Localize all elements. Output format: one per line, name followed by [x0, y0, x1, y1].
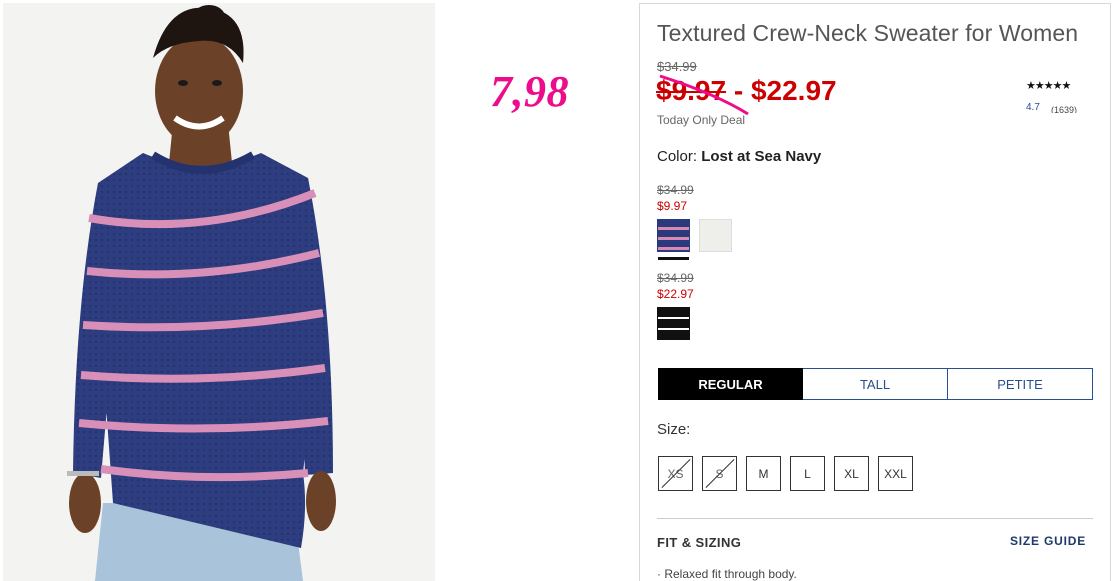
size-m-button[interactable]: M: [746, 456, 781, 491]
size-xs-button[interactable]: XS: [658, 456, 693, 491]
divider: [657, 518, 1093, 519]
fit-sizing-title[interactable]: FIT & SIZING: [657, 535, 741, 550]
product-image[interactable]: [3, 3, 435, 581]
fit-bullet: · Relaxed fit through body.: [657, 567, 797, 581]
rating-count: (1639): [1051, 105, 1078, 113]
swatch-cream[interactable]: [699, 219, 732, 252]
swatch-group: $34.99 $22.97: [657, 271, 694, 340]
size-l-button[interactable]: L: [790, 456, 825, 491]
color-name: Lost at Sea Navy: [701, 148, 822, 165]
size-guide-link[interactable]: SIZE GUIDE: [1010, 534, 1086, 548]
size-selector: XS S M L XL XXL: [658, 456, 913, 491]
tab-petite[interactable]: PETITE: [948, 368, 1093, 400]
price-separator: -: [726, 75, 751, 106]
swatch-navy-stripe[interactable]: [657, 219, 690, 260]
annotation-note: 7,98: [490, 67, 569, 116]
swatch-original-price: $34.99: [657, 271, 694, 285]
fit-tabs: REGULAR TALL PETITE: [658, 368, 1093, 400]
size-xxl-button[interactable]: XXL: [878, 456, 913, 491]
swatch-group: $34.99 $9.97: [657, 183, 732, 260]
tab-regular[interactable]: REGULAR: [658, 368, 803, 400]
size-xl-button[interactable]: XL: [834, 456, 869, 491]
swatch-black-stripe[interactable]: [657, 307, 690, 340]
rating-value: 4.7: [1026, 102, 1040, 113]
tab-tall[interactable]: TALL: [803, 368, 948, 400]
rating-stars-icon: ★★★★★: [1026, 80, 1071, 92]
product-info-panel: Textured Crew-Neck Sweater for Women $34…: [639, 3, 1111, 581]
product-title: Textured Crew-Neck Sweater for Women: [657, 20, 1079, 46]
swatch-original-price: $34.99: [657, 183, 694, 197]
size-label: Size:: [657, 421, 691, 438]
color-label: Color:: [657, 148, 698, 165]
color-line: Color: Lost at Sea Navy: [657, 148, 821, 165]
price-range: $9.97 - $22.97: [656, 75, 837, 107]
deal-label: Today Only Deal: [657, 113, 746, 127]
price-high: $22.97: [750, 75, 837, 106]
rating[interactable]: ★★★★★ 4.7 (1639): [1026, 79, 1106, 113]
size-s-button[interactable]: S: [702, 456, 737, 491]
swatch-sale-price: $22.97: [657, 287, 694, 301]
price-low: $9.97: [656, 75, 727, 106]
model-illustration: [3, 3, 435, 581]
swatch-sale-price: $9.97: [657, 199, 688, 213]
original-price: $34.99: [657, 59, 697, 74]
